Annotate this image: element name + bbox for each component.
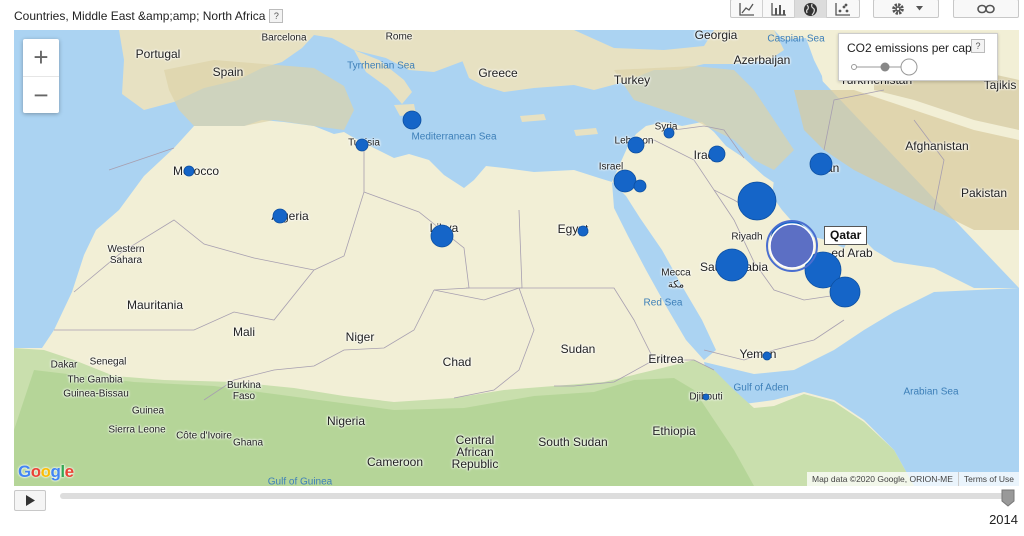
- bubble-malta[interactable]: [402, 110, 422, 130]
- zoom-control: + −: [23, 39, 59, 113]
- map-attribution: Map data ©2020 Google, ORION-ME Terms of…: [807, 472, 1019, 486]
- legend-title[interactable]: CO2 emissions per capita: [847, 41, 984, 55]
- link-button[interactable]: [953, 0, 1019, 18]
- current-year-label: 2014: [989, 512, 1018, 527]
- zoom-out-button[interactable]: −: [23, 76, 59, 113]
- map-view-button[interactable]: [795, 0, 827, 18]
- google-logo-letter: e: [64, 462, 74, 481]
- legend-help-icon[interactable]: ?: [971, 39, 985, 53]
- help-icon[interactable]: ?: [269, 9, 284, 23]
- bar-chart-button[interactable]: [763, 0, 795, 18]
- google-logo-letter: G: [18, 462, 31, 481]
- bubble-iraq[interactable]: [708, 145, 726, 163]
- scatter-icon: [835, 3, 850, 16]
- bubble-oman[interactable]: [829, 276, 861, 308]
- bubble-libya[interactable]: [430, 224, 454, 248]
- header: Countries, Middle East &amp;amp; North A…: [0, 0, 1024, 30]
- google-logo: Google: [18, 462, 74, 482]
- attribution-text: Map data ©2020 Google, ORION-ME: [812, 474, 953, 484]
- google-logo-letter: o: [40, 462, 51, 481]
- gear-icon: [891, 2, 904, 15]
- scatter-button[interactable]: [827, 0, 859, 18]
- bubble-syria[interactable]: [663, 127, 675, 139]
- zoom-in-button[interactable]: +: [23, 39, 59, 76]
- map-canvas[interactable]: Portugal Spain Barcelona Rome Greece Tur…: [14, 30, 1019, 486]
- time-slider-track[interactable]: [60, 493, 1011, 499]
- bubble-algeria[interactable]: [272, 208, 288, 224]
- size-legend: CO2 emissions per capita ?: [838, 33, 998, 81]
- chevron-down-icon: [915, 6, 923, 11]
- bubble-tunisia[interactable]: [355, 138, 369, 152]
- bubble-morocco[interactable]: [183, 165, 195, 177]
- bar-chart-icon: [770, 3, 786, 16]
- legend-size-scale: [851, 58, 918, 76]
- bubble-yemen[interactable]: [762, 351, 772, 361]
- line-chart-icon: [738, 3, 754, 16]
- bubble-djibouti[interactable]: [702, 393, 710, 401]
- bubble-saudi-arabia[interactable]: [715, 248, 749, 282]
- country-tooltip: Qatar: [824, 226, 868, 245]
- bubble-qatar[interactable]: [769, 223, 815, 269]
- play-icon: [26, 495, 35, 506]
- line-chart-button[interactable]: [731, 0, 763, 18]
- settings-button[interactable]: [873, 0, 939, 18]
- google-logo-letter: g: [50, 462, 61, 481]
- dataset-title[interactable]: Countries, Middle East &amp;amp; North A…: [14, 9, 284, 23]
- time-slider-handle[interactable]: [1001, 489, 1015, 507]
- terms-of-use-link[interactable]: Terms of Use: [957, 472, 1019, 486]
- play-button[interactable]: [14, 490, 46, 511]
- view-switcher: [730, 0, 860, 18]
- link-icon: [977, 4, 995, 13]
- bubble-egypt[interactable]: [577, 225, 589, 237]
- map-globe-icon: [804, 2, 817, 16]
- bubble-layer: [183, 110, 861, 401]
- bubble-kuwait[interactable]: [737, 181, 777, 221]
- bubble-jordan[interactable]: [633, 179, 647, 193]
- bubble-iran[interactable]: [809, 152, 833, 176]
- google-logo-letter: o: [30, 462, 41, 481]
- dataset-title-text: Countries, Middle East &amp;amp; North A…: [14, 9, 266, 23]
- bubble-israel[interactable]: [613, 169, 637, 193]
- bubble-lebanon[interactable]: [627, 136, 645, 154]
